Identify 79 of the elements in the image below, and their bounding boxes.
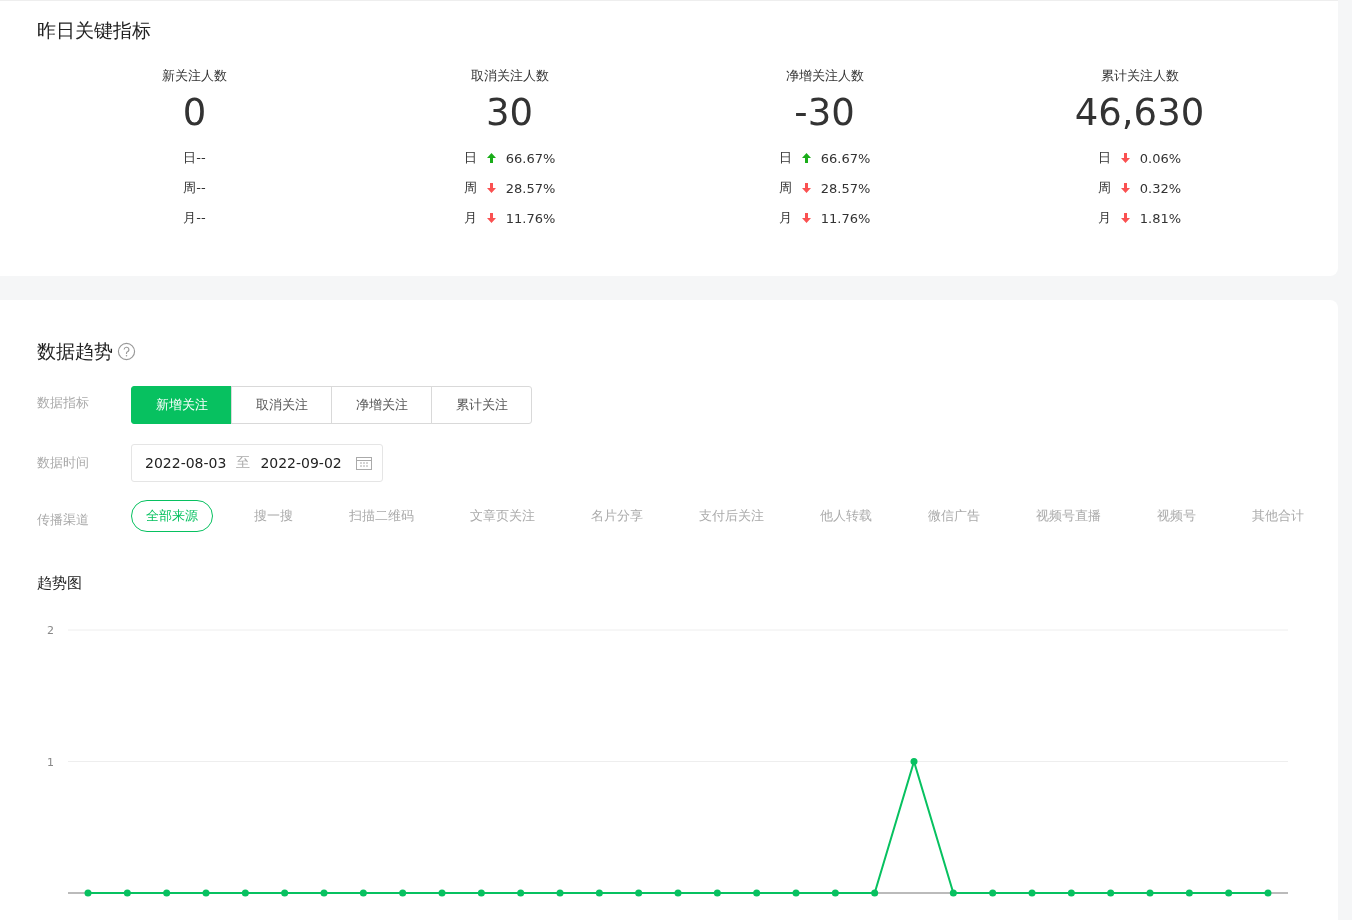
data-point (477, 889, 485, 897)
period-label: 月 (778, 209, 792, 227)
y-tick-label: 1 (47, 755, 54, 769)
metric-value: 46,630 (1074, 90, 1205, 136)
data-point (438, 889, 446, 897)
section-title: 昨日关键指标 (37, 18, 152, 43)
metric-label: 净增关注人数 (785, 67, 864, 85)
data-point (163, 889, 171, 897)
period-label: 日 (778, 149, 792, 167)
data-point (1225, 889, 1233, 897)
end-date: 2022-09-02 (260, 455, 342, 471)
y-tick-label: 2 (47, 624, 54, 637)
section-title: 数据趋势 (37, 339, 113, 364)
data-point (556, 889, 564, 897)
calendar-icon (355, 456, 372, 470)
indicator-tab[interactable]: 取消关注 (231, 386, 332, 424)
data-point (1264, 889, 1272, 897)
period-label: 日 (463, 149, 477, 167)
change-percent: 11.76% (820, 210, 871, 226)
filter-label: 数据时间 (37, 454, 90, 472)
range-separator: 至 (236, 454, 251, 472)
period-label: 月 (463, 209, 477, 227)
chart-title: 趋势图 (37, 574, 83, 593)
data-point (517, 889, 525, 897)
metric-label: 新关注人数 (162, 67, 227, 85)
help-icon[interactable] (117, 341, 136, 361)
filter-label: 传播渠道 (37, 511, 90, 529)
channel-chip[interactable]: 全部来源 (131, 500, 213, 532)
data-point (320, 889, 328, 897)
period-label: 周 (778, 179, 792, 197)
data-point (949, 889, 957, 897)
data-point (359, 889, 367, 897)
period-label: 周 (463, 179, 477, 197)
data-point (123, 889, 131, 897)
indicator-tab[interactable]: 新增关注 (131, 386, 232, 424)
data-point (595, 889, 603, 897)
data-point (1107, 889, 1115, 897)
data-point (1028, 889, 1036, 897)
data-point (674, 889, 682, 897)
change-percent: 66.67% (505, 150, 556, 166)
period-label: 周 (1097, 179, 1111, 197)
change-percent: 28.57% (505, 180, 556, 196)
period-label: 周-- (183, 179, 206, 197)
indicator-tab[interactable]: 累计关注 (431, 386, 532, 424)
change-percent: 0.32% (1139, 180, 1182, 196)
data-point (1067, 889, 1075, 897)
metric-value: 30 (485, 90, 534, 136)
period-label: 日-- (183, 149, 206, 167)
indicator-tab[interactable]: 净增关注 (331, 386, 432, 424)
data-point (753, 889, 761, 897)
data-point (792, 889, 800, 897)
data-point (635, 889, 643, 897)
filter-label: 数据指标 (37, 394, 90, 412)
data-point (713, 889, 721, 897)
period-label: 月-- (183, 209, 206, 227)
metric-label: 取消关注人数 (470, 67, 549, 85)
date-range-field[interactable]: 2022-08-03 至 2022-09-02 (131, 444, 383, 482)
data-point (1146, 889, 1154, 897)
change-percent: 66.67% (820, 150, 871, 166)
data-point (281, 889, 289, 897)
period-label: 月 (1097, 209, 1111, 227)
data-point (202, 889, 210, 897)
data-point (871, 889, 879, 897)
period-label: 日 (1097, 149, 1111, 167)
data-point (1185, 889, 1193, 897)
data-point (910, 758, 918, 765)
data-point (241, 889, 249, 897)
data-point (989, 889, 997, 897)
change-percent: 1.81% (1139, 210, 1182, 226)
metric-value: 0 (182, 90, 207, 136)
data-point (84, 889, 92, 897)
change-percent: 28.57% (820, 180, 871, 196)
data-point (399, 889, 407, 897)
data-point (831, 889, 839, 897)
change-percent: 0.06% (1139, 150, 1182, 166)
start-date: 2022-08-03 (145, 455, 227, 471)
metric-value: -30 (794, 90, 855, 136)
change-percent: 11.76% (505, 210, 556, 226)
metric-label: 累计关注人数 (1100, 67, 1179, 85)
